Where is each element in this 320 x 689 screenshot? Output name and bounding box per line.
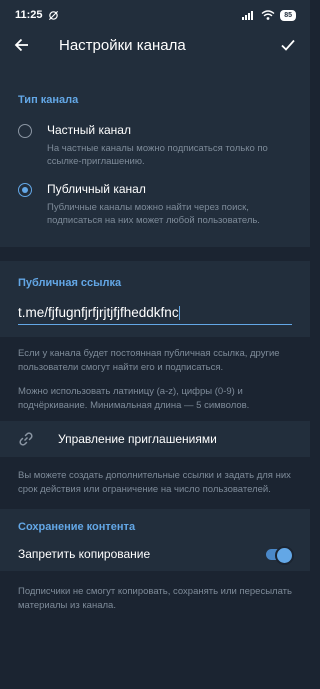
public-channel-title: Публичный канал [47, 182, 146, 196]
restrict-copy-row[interactable]: Запретить копирование [0, 537, 310, 571]
public-channel-option[interactable]: Публичный канал Публичные каналы можно н… [0, 182, 310, 227]
public-link-header: Публичная ссылка [18, 277, 122, 289]
channel-type-header: Тип канала [18, 94, 79, 106]
status-bar: 11:25 85 [0, 0, 310, 30]
page-title: Настройки канала [59, 36, 186, 54]
app-bar: Настройки канала [0, 30, 310, 60]
signal-icon [242, 11, 254, 20]
battery-icon: 85 [280, 9, 296, 21]
private-channel-desc: На частные каналы можно подписаться толь… [47, 143, 268, 167]
public-radio[interactable] [18, 183, 32, 197]
wifi-icon [261, 10, 275, 20]
public-link-input[interactable]: t.me/fjfugnfjrfjrjtjfjfheddkfnc [18, 305, 292, 326]
manage-invites-label: Управление приглашениями [58, 432, 217, 447]
restrict-copy-label: Запретить копирование [18, 547, 151, 562]
invites-info: Вы можете создать дополнительные ссылки … [18, 470, 291, 496]
public-link-section: Публичная ссылка t.me/fjfugnfjrfjrjtjfjf… [0, 261, 310, 338]
restrict-copy-toggle[interactable] [266, 545, 294, 565]
public-link-value: t.me/fjfugnfjrfjrjtjfjfheddkfnc [18, 305, 179, 320]
check-icon[interactable] [280, 37, 296, 53]
content-saving-header: Сохранение контента [18, 521, 136, 534]
content-saving-info: Подписчики не смогут копировать, сохраня… [18, 586, 292, 612]
private-radio[interactable] [18, 124, 32, 138]
link-info-2: Можно использовать латиницу (a-z), цифры… [18, 386, 250, 412]
arrow-back-icon[interactable] [14, 37, 30, 53]
public-channel-desc: Публичные каналы можно найти через поиск… [47, 202, 260, 226]
status-time: 11:25 [15, 9, 43, 21]
private-channel-option[interactable]: Частный канал На частные каналы можно по… [0, 123, 310, 168]
manage-invites-row[interactable]: Управление приглашениями [0, 421, 310, 458]
content-saving-section: Сохранение контента Запретить копировани… [0, 509, 310, 572]
channel-type-section: Тип канала Частный канал На частные кана… [0, 76, 310, 247]
mute-icon [48, 10, 58, 20]
private-channel-title: Частный канал [47, 123, 131, 137]
link-icon [19, 432, 33, 446]
link-info-1: Если у канала будет постоянная публичная… [18, 348, 280, 374]
